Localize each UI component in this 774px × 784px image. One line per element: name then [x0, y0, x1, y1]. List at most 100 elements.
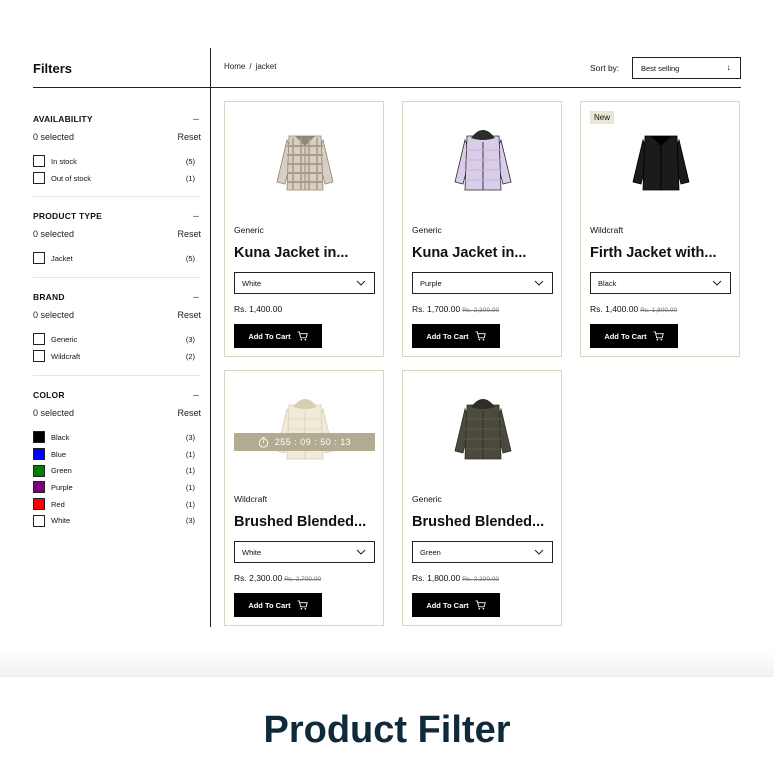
filter-option-color-black[interactable]: Black (3) — [33, 429, 201, 446]
sort-select[interactable]: Best selling ↓ — [632, 57, 741, 79]
product-name[interactable]: Kuna Jacket in... — [412, 245, 526, 261]
option-count: (1) — [185, 449, 195, 459]
collapse-minus-icon[interactable]: – — [191, 114, 201, 125]
filter-option-in-stock[interactable]: In stock (5) — [33, 153, 201, 170]
option-count: (1) — [185, 173, 195, 183]
product-brand: Wildcraft — [234, 494, 268, 504]
collapse-minus-icon[interactable]: – — [191, 211, 201, 222]
footer-shadow — [0, 650, 774, 678]
countdown-value: 255 : 09 : 50 : 13 — [274, 437, 352, 447]
breadcrumb: Home / jacket — [224, 62, 276, 71]
product-card[interactable]: Generic Kuna Jacket in... White Rs. 1,400.0… — [224, 101, 384, 357]
product-price: Rs. 1,400.00 — [234, 304, 282, 314]
option-count: (3) — [185, 334, 195, 344]
sidebar-vertical-divider — [210, 48, 211, 627]
product-name[interactable]: Kuna Jacket in... — [234, 245, 348, 261]
color-swatch[interactable] — [33, 464, 45, 477]
product-image[interactable] — [621, 120, 701, 200]
option-label: Red — [51, 499, 65, 509]
add-to-cart-button[interactable]: Add To Cart — [412, 324, 500, 348]
option-label: Generic — [51, 334, 78, 344]
variant-value: White — [242, 547, 262, 557]
checkbox[interactable] — [33, 333, 45, 346]
filter-section-product-type: PRODUCT TYPE – 0 selected Reset Jacket (… — [33, 209, 201, 267]
checkbox[interactable] — [33, 155, 45, 168]
option-count: (5) — [185, 253, 195, 263]
product-card[interactable]: Generic Kuna Jacket in... Purple Rs. 1,700.… — [402, 101, 562, 357]
filter-option-jacket[interactable]: Jacket (5) — [33, 250, 201, 267]
add-to-cart-label: Add To Cart — [426, 600, 469, 610]
filter-option-out-of-stock[interactable]: Out of stock (1) — [33, 170, 201, 187]
filter-section-title: COLOR — [33, 390, 65, 400]
filter-section-title: BRAND — [33, 292, 65, 302]
product-image[interactable] — [265, 389, 345, 469]
option-count: (3) — [185, 432, 195, 442]
reset-link[interactable]: Reset — [177, 310, 201, 320]
product-image[interactable] — [443, 120, 523, 200]
add-to-cart-button[interactable]: Add To Cart — [234, 324, 322, 348]
sidebar-header-divider — [33, 87, 211, 88]
variant-select[interactable]: White — [234, 541, 375, 563]
product-image[interactable] — [443, 389, 523, 469]
product-name[interactable]: Brushed Blended... — [234, 514, 366, 530]
product-price: Rs. 1,700.00 Rs. 2,300.00 — [412, 304, 499, 314]
current-price: Rs. 1,800.00 — [412, 573, 461, 583]
filter-option-generic[interactable]: Generic (3) — [33, 331, 201, 348]
product-price: Rs. 1,800.00 Rs. 2,300.00 — [412, 573, 499, 583]
option-label: Green — [51, 466, 72, 476]
add-to-cart-button[interactable]: Add To Cart — [234, 593, 322, 617]
chevron-down-icon — [712, 277, 722, 289]
add-to-cart-label: Add To Cart — [426, 331, 469, 341]
filter-option-color-purple[interactable]: Purple (1) — [33, 479, 201, 496]
product-card[interactable]: Generic Brushed Blended... Green Rs. 1,800.… — [402, 370, 562, 626]
product-brand: Generic — [412, 225, 442, 235]
color-swatch[interactable] — [33, 498, 45, 511]
option-count: (2) — [185, 351, 195, 361]
color-swatch[interactable] — [33, 481, 45, 494]
chevron-down-icon — [356, 546, 366, 558]
color-swatch[interactable] — [33, 448, 45, 461]
clock-icon — [258, 436, 269, 448]
product-card[interactable]: New Wildcraft Firth Jacket with... Black Rs.… — [580, 101, 740, 357]
countdown-timer: 255 : 09 : 50 : 13 — [234, 433, 375, 451]
chevron-down-icon — [534, 277, 544, 289]
variant-select[interactable]: Green — [412, 541, 553, 563]
breadcrumb-home-link[interactable]: Home — [224, 62, 245, 71]
collapse-minus-icon[interactable]: – — [191, 292, 201, 303]
product-name[interactable]: Firth Jacket with... — [590, 245, 717, 261]
chevron-down-icon — [534, 546, 544, 558]
reset-link[interactable]: Reset — [177, 408, 201, 418]
filter-option-color-white[interactable]: White (3) — [33, 512, 201, 529]
variant-value: Green — [420, 547, 441, 557]
checkbox[interactable] — [33, 172, 45, 185]
filter-option-color-green[interactable]: Green (1) — [33, 462, 201, 479]
variant-value: Purple — [420, 278, 442, 288]
filter-option-wildcraft[interactable]: Wildcraft (2) — [33, 348, 201, 365]
original-price: Rs. 2,300.00 — [462, 576, 500, 583]
product-image[interactable] — [265, 120, 345, 200]
reset-link[interactable]: Reset — [177, 132, 201, 142]
add-to-cart-button[interactable]: Add To Cart — [590, 324, 678, 348]
section-divider — [33, 375, 201, 376]
variant-select[interactable]: Purple — [412, 272, 553, 294]
color-swatch[interactable] — [33, 431, 45, 444]
sort-by-label: Sort by: — [590, 63, 620, 73]
collapse-minus-icon[interactable]: – — [191, 390, 201, 401]
product-name[interactable]: Brushed Blended... — [412, 514, 544, 530]
product-brand: Wildcraft — [590, 225, 624, 235]
variant-select[interactable]: Black — [590, 272, 731, 294]
arrow-down-icon: ↓ — [726, 62, 732, 72]
product-card[interactable]: 255 : 09 : 50 : 13 Wildcraft Brushed Blend… — [224, 370, 384, 626]
reset-link[interactable]: Reset — [177, 229, 201, 239]
checkbox[interactable] — [33, 350, 45, 363]
add-to-cart-label: Add To Cart — [248, 331, 291, 341]
checkbox[interactable] — [33, 252, 45, 265]
cart-icon — [653, 331, 664, 341]
original-price: Rs. 2,700.00 — [284, 576, 322, 583]
option-count: (1) — [185, 482, 195, 492]
variant-select[interactable]: White — [234, 272, 375, 294]
add-to-cart-button[interactable]: Add To Cart — [412, 593, 500, 617]
filter-option-color-red[interactable]: Red (1) — [33, 496, 201, 513]
color-swatch[interactable] — [33, 514, 45, 527]
filter-option-color-blue[interactable]: Blue (1) — [33, 446, 201, 463]
